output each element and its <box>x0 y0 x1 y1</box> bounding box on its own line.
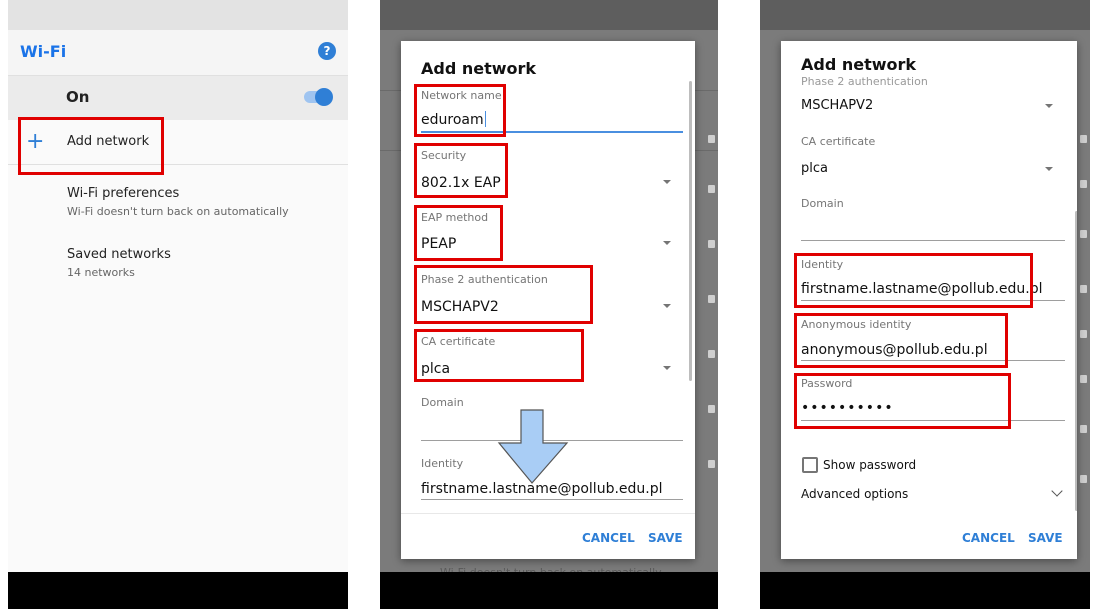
saved-networks-subtitle: 14 networks <box>67 266 135 279</box>
ca-certificate-label: CA certificate <box>801 135 876 148</box>
add-network-screen-top: Wi-Fi doesn't turn back on automatically… <box>380 0 718 609</box>
status-bar <box>760 0 1090 30</box>
cancel-button[interactable]: CANCEL <box>582 531 635 545</box>
highlight-box <box>794 253 1033 308</box>
highlight-box <box>794 373 1011 429</box>
dialog-title: Add network <box>801 55 923 74</box>
highlight-box <box>18 117 164 175</box>
save-button[interactable]: SAVE <box>648 531 683 545</box>
identity-underline <box>421 499 683 500</box>
scrollbar[interactable] <box>1075 211 1077 511</box>
domain-label: Domain <box>421 396 464 409</box>
domain-label: Domain <box>801 197 844 210</box>
ca-certificate-select[interactable]: plca <box>801 161 828 176</box>
wifi-preferences-subtitle: Wi-Fi doesn't turn back on automatically <box>67 205 289 218</box>
status-bar <box>380 0 718 30</box>
save-button[interactable]: SAVE <box>1028 531 1063 545</box>
show-password-label: Show password <box>823 458 917 472</box>
wifi-toggle-label: On <box>66 88 90 106</box>
wifi-toggle-switch[interactable] <box>304 88 333 106</box>
saved-networks-item[interactable]: Saved networks 14 networks <box>67 247 171 279</box>
cancel-button[interactable]: CANCEL <box>962 531 1015 545</box>
dropdown-arrow-icon[interactable] <box>663 180 671 184</box>
highlight-box <box>414 84 506 137</box>
navigation-bar <box>760 572 1090 609</box>
highlight-box <box>414 205 503 261</box>
dialog-divider <box>401 513 695 514</box>
phase2-label: Phase 2 authentication <box>801 75 928 88</box>
highlight-box <box>414 265 593 324</box>
advanced-options-toggle[interactable]: Advanced options <box>801 487 908 501</box>
add-network-dialog: Phase 2 authentication Add network MSCHA… <box>781 41 1077 559</box>
dropdown-arrow-icon[interactable] <box>663 366 671 370</box>
chevron-down-icon[interactable] <box>1051 485 1063 497</box>
scroll-down-arrow-icon <box>497 409 569 484</box>
highlight-box <box>414 143 508 198</box>
domain-input[interactable] <box>801 240 1065 241</box>
page-title: Wi-Fi <box>20 42 67 61</box>
show-password-checkbox[interactable] <box>802 457 818 473</box>
dropdown-arrow-icon[interactable] <box>663 241 671 245</box>
add-network-dialog: Add network Network name eduroam Securit… <box>401 41 695 559</box>
app-bar: Wi-Fi ? <box>8 30 348 76</box>
add-network-screen-scrolled: Phase 2 authentication Add network MSCHA… <box>760 0 1090 609</box>
help-icon[interactable]: ? <box>318 42 336 60</box>
highlight-box <box>794 313 1008 368</box>
wifi-toggle-row[interactable]: On <box>8 76 348 120</box>
navigation-bar <box>380 572 718 609</box>
highlight-box <box>414 329 584 382</box>
dropdown-arrow-icon[interactable] <box>1045 167 1053 171</box>
wifi-preferences-title: Wi-Fi preferences <box>67 186 180 201</box>
navigation-bar <box>8 572 348 609</box>
dropdown-arrow-icon[interactable] <box>1045 104 1053 108</box>
dropdown-arrow-icon[interactable] <box>663 304 671 308</box>
identity-label: Identity <box>421 457 464 470</box>
scrollbar[interactable] <box>689 81 692 381</box>
phase2-select[interactable]: MSCHAPV2 <box>801 98 873 113</box>
dialog-title: Add network <box>421 59 537 78</box>
wifi-preferences-item[interactable]: Wi-Fi preferences Wi-Fi doesn't turn bac… <box>67 186 289 218</box>
saved-networks-title: Saved networks <box>67 247 171 262</box>
status-bar <box>8 0 348 30</box>
wifi-settings-screen: Wi-Fi ? On + Add network Wi-Fi preferenc… <box>8 0 348 609</box>
